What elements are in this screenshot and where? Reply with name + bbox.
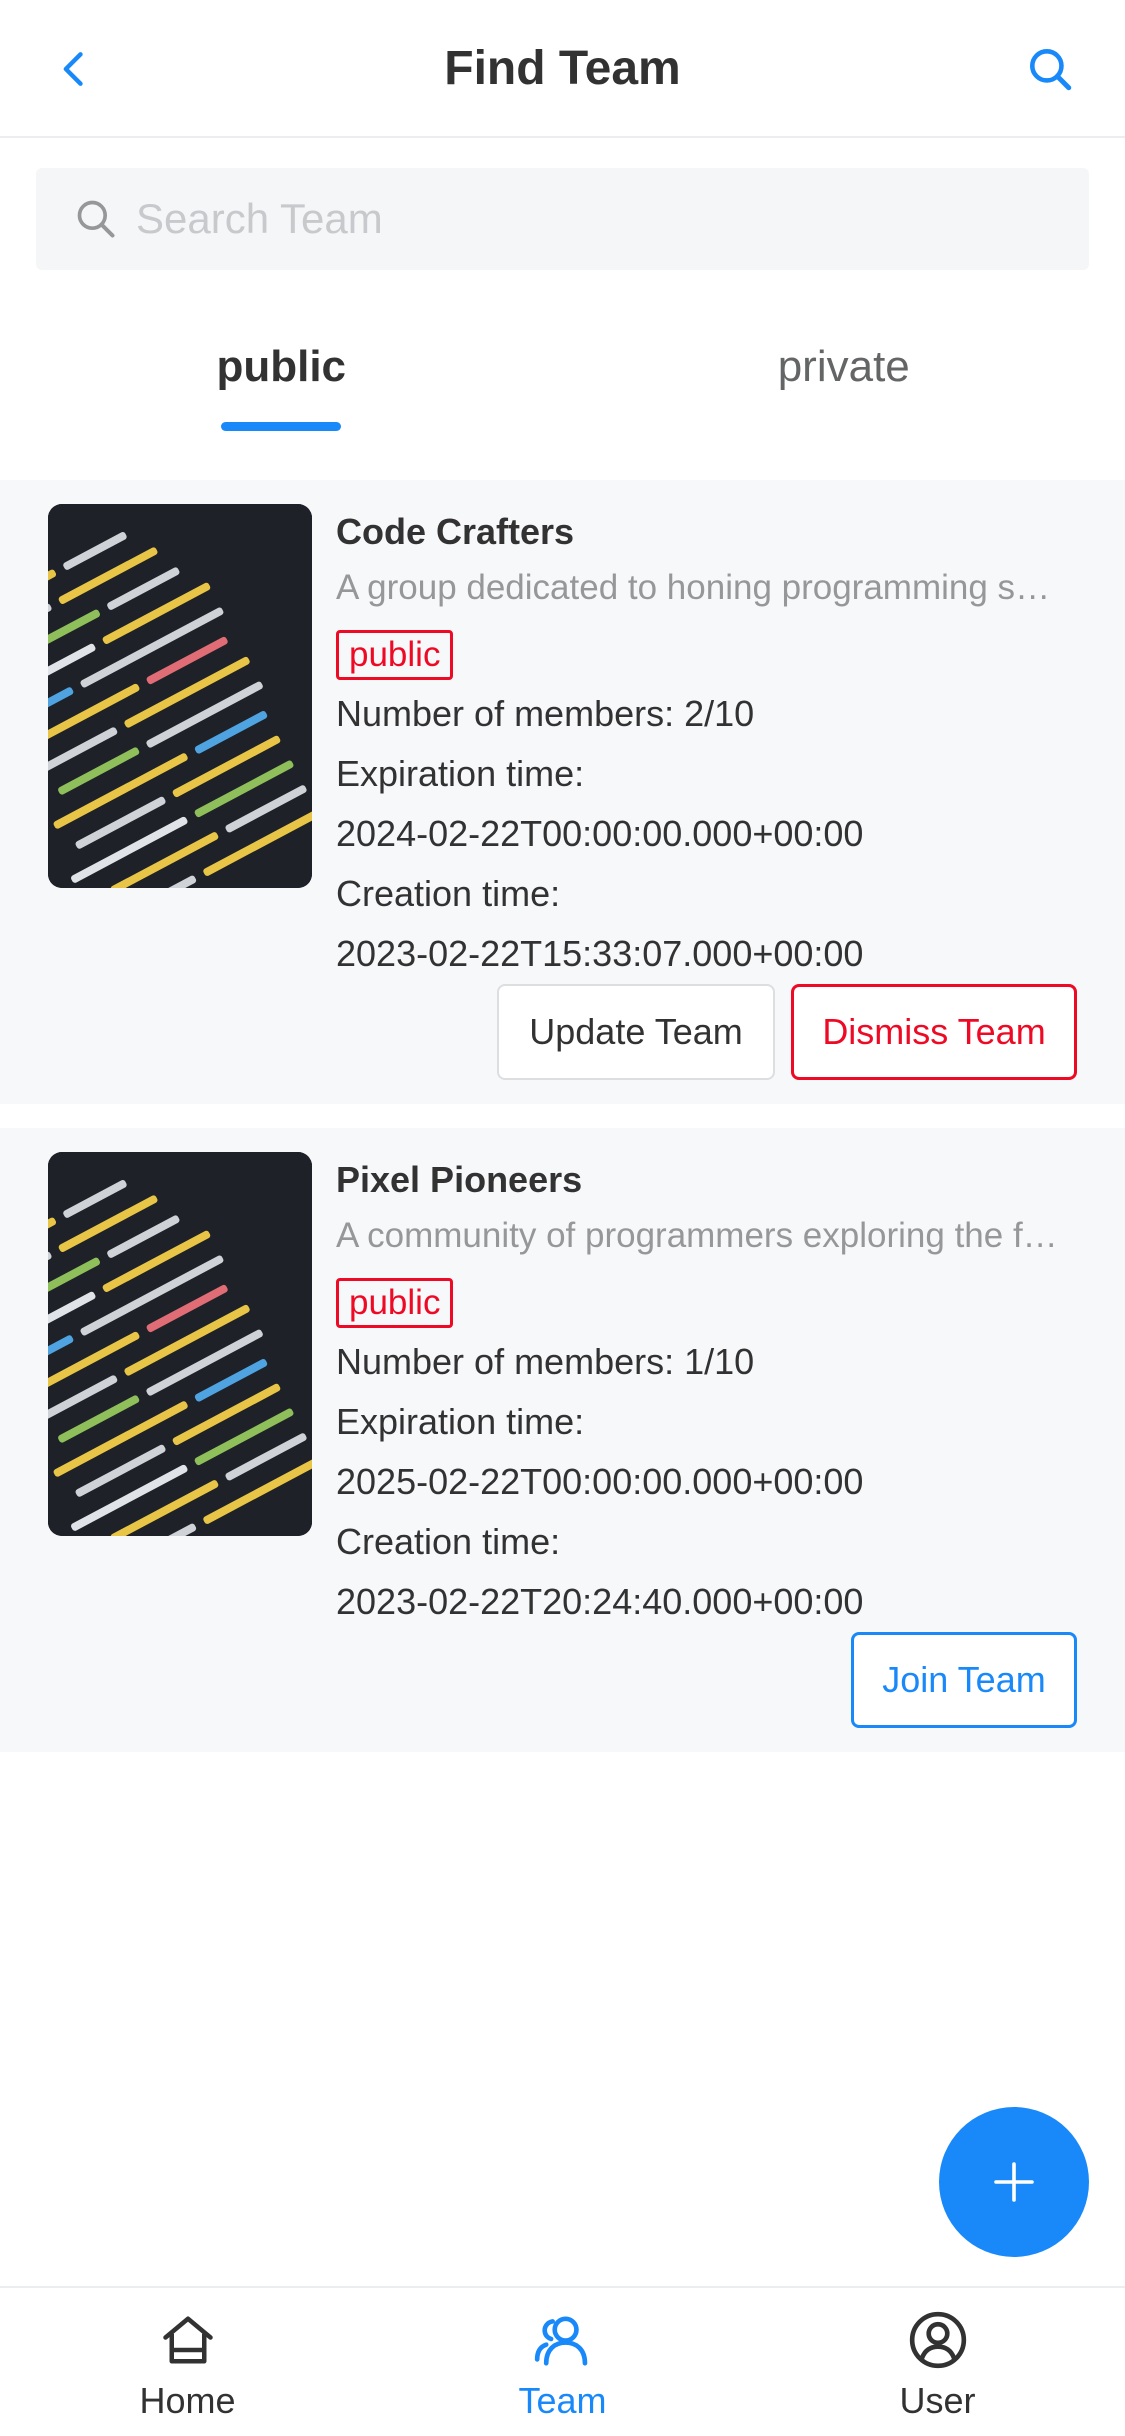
team-name: Code Crafters (336, 511, 575, 552)
expiration-label: Expiration time: (336, 753, 585, 794)
nav-bar: Find Team (0, 0, 1125, 138)
team-icon (531, 2308, 595, 2372)
search-icon (1030, 49, 1072, 91)
team-description: A group dedicated to honing programming … (336, 568, 1066, 607)
app-root: Find Team public private (0, 0, 1125, 2436)
plus-icon (994, 2162, 1034, 2202)
back-button[interactable] (40, 34, 110, 104)
team-thumbnail (48, 1152, 312, 1536)
expiration-value: 2025-02-22T00:00:00.000+00:00 (336, 1461, 864, 1502)
team-actions: Join Team (851, 1632, 1077, 1728)
tab-public-label: public (216, 342, 347, 391)
page-title: Find Team (444, 42, 681, 95)
tabbar-label-user: User (899, 2380, 976, 2421)
bottom-tab-bar: Home Team User (0, 2286, 1125, 2436)
team-visibility-tag: public (336, 1278, 454, 1328)
tab-active-indicator (221, 422, 342, 431)
team-card[interactable]: Code Crafters A group dedicated to honin… (0, 480, 1125, 1104)
tabbar-item-user[interactable]: User (750, 2288, 1125, 2436)
chevron-left-icon (63, 52, 83, 86)
tab-public[interactable]: public (0, 300, 563, 440)
search-button[interactable] (1015, 34, 1085, 104)
user-icon (906, 2308, 970, 2372)
team-card[interactable]: Pixel Pioneers A community of programmer… (0, 1128, 1125, 1752)
home-icon (156, 2308, 220, 2372)
search-bar (36, 168, 1089, 270)
tab-private[interactable]: private (563, 300, 1125, 440)
tabbar-item-home[interactable]: Home (0, 2288, 375, 2436)
team-description: A community of programmers exploring the… (336, 1216, 1066, 1255)
join-team-button[interactable]: Join Team (851, 1632, 1077, 1728)
dismiss-team-button[interactable]: Dismiss Team (791, 984, 1077, 1080)
update-team-button[interactable]: Update Team (497, 984, 775, 1080)
team-thumbnail (48, 504, 312, 888)
team-info: Pixel Pioneers A community of programmer… (336, 1152, 1076, 1632)
tabbar-label-home: Home (139, 2380, 236, 2421)
create-team-button[interactable] (939, 2107, 1089, 2257)
search-field-icon (72, 195, 120, 243)
creation-value: 2023-02-22T20:24:40.000+00:00 (336, 1581, 864, 1622)
tabbar-item-team[interactable]: Team (375, 2288, 750, 2436)
creation-label: Creation time: (336, 873, 561, 914)
tabbar-label-team: Team (518, 2380, 607, 2421)
search-input[interactable] (136, 179, 1089, 259)
team-actions: Update Team Dismiss Team (497, 984, 1077, 1080)
expiration-value: 2024-02-22T00:00:00.000+00:00 (336, 813, 864, 854)
team-members: Number of members: 1/10 (336, 1341, 755, 1382)
team-name: Pixel Pioneers (336, 1159, 583, 1200)
team-visibility-tag: public (336, 630, 454, 680)
team-members: Number of members: 2/10 (336, 693, 755, 734)
expiration-label: Expiration time: (336, 1401, 585, 1442)
tab-private-label: private (777, 342, 910, 391)
creation-label: Creation time: (336, 1521, 561, 1562)
creation-value: 2023-02-22T15:33:07.000+00:00 (336, 933, 864, 974)
team-info: Code Crafters A group dedicated to honin… (336, 504, 1076, 984)
team-type-tabs: public private (0, 300, 1125, 440)
